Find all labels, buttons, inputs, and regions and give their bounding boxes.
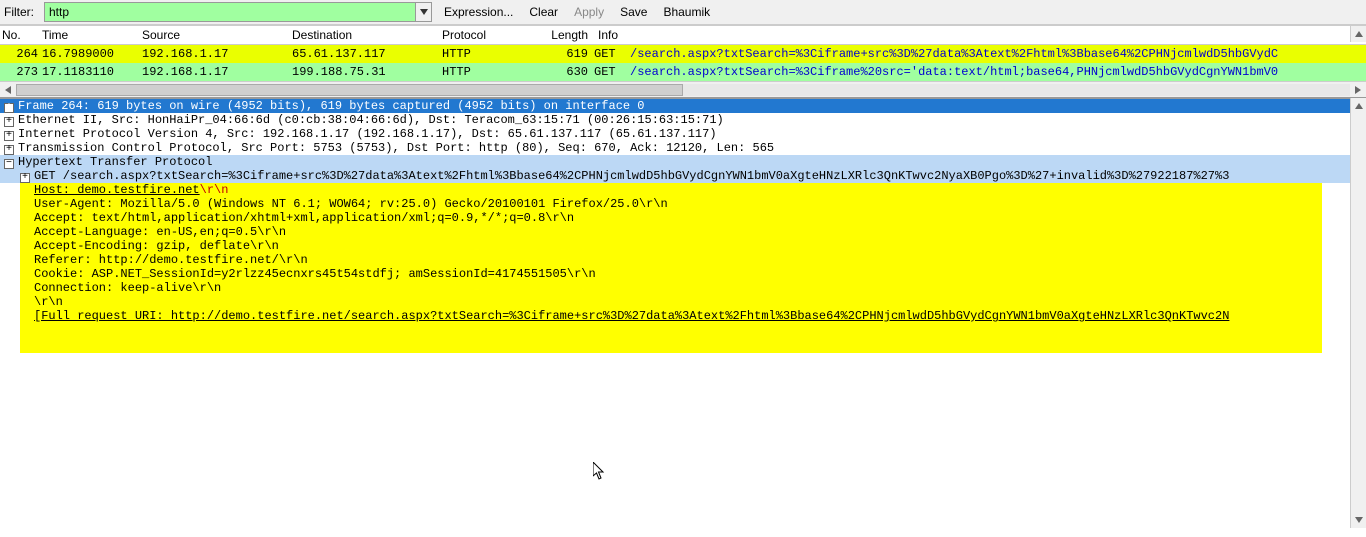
collapse-icon[interactable]: − xyxy=(4,159,14,169)
details-pane-wrap: + Frame 264: 619 bytes on wire (4952 bits… xyxy=(0,98,1366,528)
packet-list-header: No. Time Source Destination Protocol Len… xyxy=(0,26,1366,45)
http-user-agent[interactable]: User-Agent: Mozilla/5.0 (Windows NT 6.1;… xyxy=(34,197,1322,211)
cell-source: 192.168.1.17 xyxy=(140,45,290,63)
horizontal-scrollbar[interactable] xyxy=(0,81,1366,97)
http-headers-block: Host: demo.testfire.net\r\n User-Agent: … xyxy=(20,183,1322,353)
chevron-up-icon xyxy=(1355,103,1363,109)
tree-http-text: Hypertext Transfer Protocol xyxy=(18,155,212,169)
chevron-down-icon xyxy=(420,9,428,15)
http-host[interactable]: Host: demo.testfire.net\r\n xyxy=(34,183,1322,197)
tree-frame[interactable]: + Frame 264: 619 bytes on wire (4952 bits… xyxy=(0,99,1350,113)
cell-no: 273 xyxy=(0,63,40,81)
expression-button[interactable]: Expression... xyxy=(440,5,517,19)
expander-icon[interactable]: + xyxy=(4,103,14,113)
tree-http[interactable]: −Hypertext Transfer Protocol xyxy=(0,155,1350,169)
cell-info: GET /search.aspx?txtSearch=%3Ciframe+src… xyxy=(590,45,1366,63)
cell-info: GET /search.aspx?txtSearch=%3Ciframe%20s… xyxy=(590,63,1366,81)
packet-row[interactable]: 273 17.1183110 192.168.1.17 199.188.75.3… xyxy=(0,63,1366,81)
expander-icon[interactable]: + xyxy=(20,173,30,183)
tree-ip-text: Internet Protocol Version 4, Src: 192.16… xyxy=(18,127,717,141)
tree-tcp[interactable]: + Transmission Control Protocol, Src Port… xyxy=(0,141,1350,155)
scroll-up-button[interactable] xyxy=(1351,98,1366,114)
info-method: GET xyxy=(594,65,616,79)
scroll-down-button[interactable] xyxy=(1351,512,1366,528)
chevron-down-icon xyxy=(1355,517,1363,523)
col-header-info[interactable]: Info xyxy=(590,26,1366,44)
details-pane: + Frame 264: 619 bytes on wire (4952 bits… xyxy=(0,98,1350,353)
http-accept-encoding[interactable]: Accept-Encoding: gzip, deflate\r\n xyxy=(34,239,1322,253)
http-host-text: Host: demo.testfire.net xyxy=(34,183,200,197)
cell-time: 17.1183110 xyxy=(40,63,140,81)
http-connection[interactable]: Connection: keep-alive\r\n xyxy=(34,281,1322,295)
cell-protocol: HTTP xyxy=(440,63,540,81)
cell-destination: 65.61.137.117 xyxy=(290,45,440,63)
chevron-up-icon xyxy=(1355,31,1363,37)
http-full-uri[interactable]: [Full request URI: http://demo.testfire.… xyxy=(34,309,1322,323)
packet-row[interactable]: 264 16.7989000 192.168.1.17 65.61.137.11… xyxy=(0,45,1366,63)
cell-source: 192.168.1.17 xyxy=(140,63,290,81)
cell-protocol: HTTP xyxy=(440,45,540,63)
tree-http-request-text: GET /search.aspx?txtSearch=%3Ciframe+src… xyxy=(34,169,1229,183)
filter-label: Filter: xyxy=(4,5,36,19)
filter-dropdown-button[interactable] xyxy=(415,3,431,21)
col-header-no[interactable]: No. xyxy=(0,26,40,44)
clear-button[interactable]: Clear xyxy=(525,5,562,19)
scrollbar-track[interactable] xyxy=(16,84,1350,96)
cell-no: 264 xyxy=(0,45,40,63)
apply-button[interactable]: Apply xyxy=(570,5,608,19)
http-referer[interactable]: Referer: http://demo.testfire.net/\r\n xyxy=(34,253,1322,267)
col-header-length[interactable]: Length xyxy=(540,26,590,44)
info-method: GET xyxy=(594,47,616,61)
tree-ip[interactable]: + Internet Protocol Version 4, Src: 192.1… xyxy=(0,127,1350,141)
save-button[interactable]: Save xyxy=(616,5,651,19)
cell-time: 16.7989000 xyxy=(40,45,140,63)
cell-length: 619 xyxy=(540,45,590,63)
vertical-scrollbar[interactable] xyxy=(1350,98,1366,528)
expander-icon[interactable]: + xyxy=(4,131,14,141)
packet-list: No. Time Source Destination Protocol Len… xyxy=(0,25,1366,98)
tree-http-request[interactable]: + GET /search.aspx?txtSearch=%3Ciframe+sr… xyxy=(0,169,1350,183)
cell-destination: 199.188.75.31 xyxy=(290,63,440,81)
bhaumik-button[interactable]: Bhaumik xyxy=(659,5,714,19)
expander-icon[interactable]: + xyxy=(4,145,14,155)
http-accept-language[interactable]: Accept-Language: en-US,en;q=0.5\r\n xyxy=(34,225,1322,239)
info-path: /search.aspx?txtSearch=%3Ciframe%20src='… xyxy=(630,65,1278,79)
tree-tcp-text: Transmission Control Protocol, Src Port:… xyxy=(18,141,774,155)
tree-ethernet[interactable]: + Ethernet II, Src: HonHaiPr_04:66:6d (c0… xyxy=(0,113,1350,127)
filter-input-wrap xyxy=(44,2,432,22)
tree-ethernet-text: Ethernet II, Src: HonHaiPr_04:66:6d (c0:… xyxy=(18,113,724,127)
scroll-right-button[interactable] xyxy=(1350,82,1366,98)
chevron-left-icon xyxy=(5,86,11,94)
info-path: /search.aspx?txtSearch=%3Ciframe+src%3D%… xyxy=(630,47,1278,61)
expander-icon[interactable]: + xyxy=(4,117,14,127)
chevron-right-icon xyxy=(1355,86,1361,94)
filter-input[interactable] xyxy=(45,3,415,21)
scrollbar-thumb[interactable] xyxy=(16,84,683,96)
http-crlf[interactable]: \r\n xyxy=(34,295,1322,309)
scroll-up-button[interactable] xyxy=(1350,26,1366,42)
crlf: \r\n xyxy=(200,183,229,197)
http-accept[interactable]: Accept: text/html,application/xhtml+xml,… xyxy=(34,211,1322,225)
http-cookie[interactable]: Cookie: ASP.NET_SessionId=y2rlzz45ecnxrs… xyxy=(34,267,1322,281)
filter-bar: Filter: Expression... Clear Apply Save B… xyxy=(0,0,1366,25)
scroll-left-button[interactable] xyxy=(0,82,16,98)
col-header-protocol[interactable]: Protocol xyxy=(440,26,540,44)
tree-frame-text: Frame 264: 619 bytes on wire (4952 bits)… xyxy=(18,99,645,113)
col-header-destination[interactable]: Destination xyxy=(290,26,440,44)
col-header-time[interactable]: Time xyxy=(40,26,140,44)
cell-length: 630 xyxy=(540,63,590,81)
col-header-source[interactable]: Source xyxy=(140,26,290,44)
